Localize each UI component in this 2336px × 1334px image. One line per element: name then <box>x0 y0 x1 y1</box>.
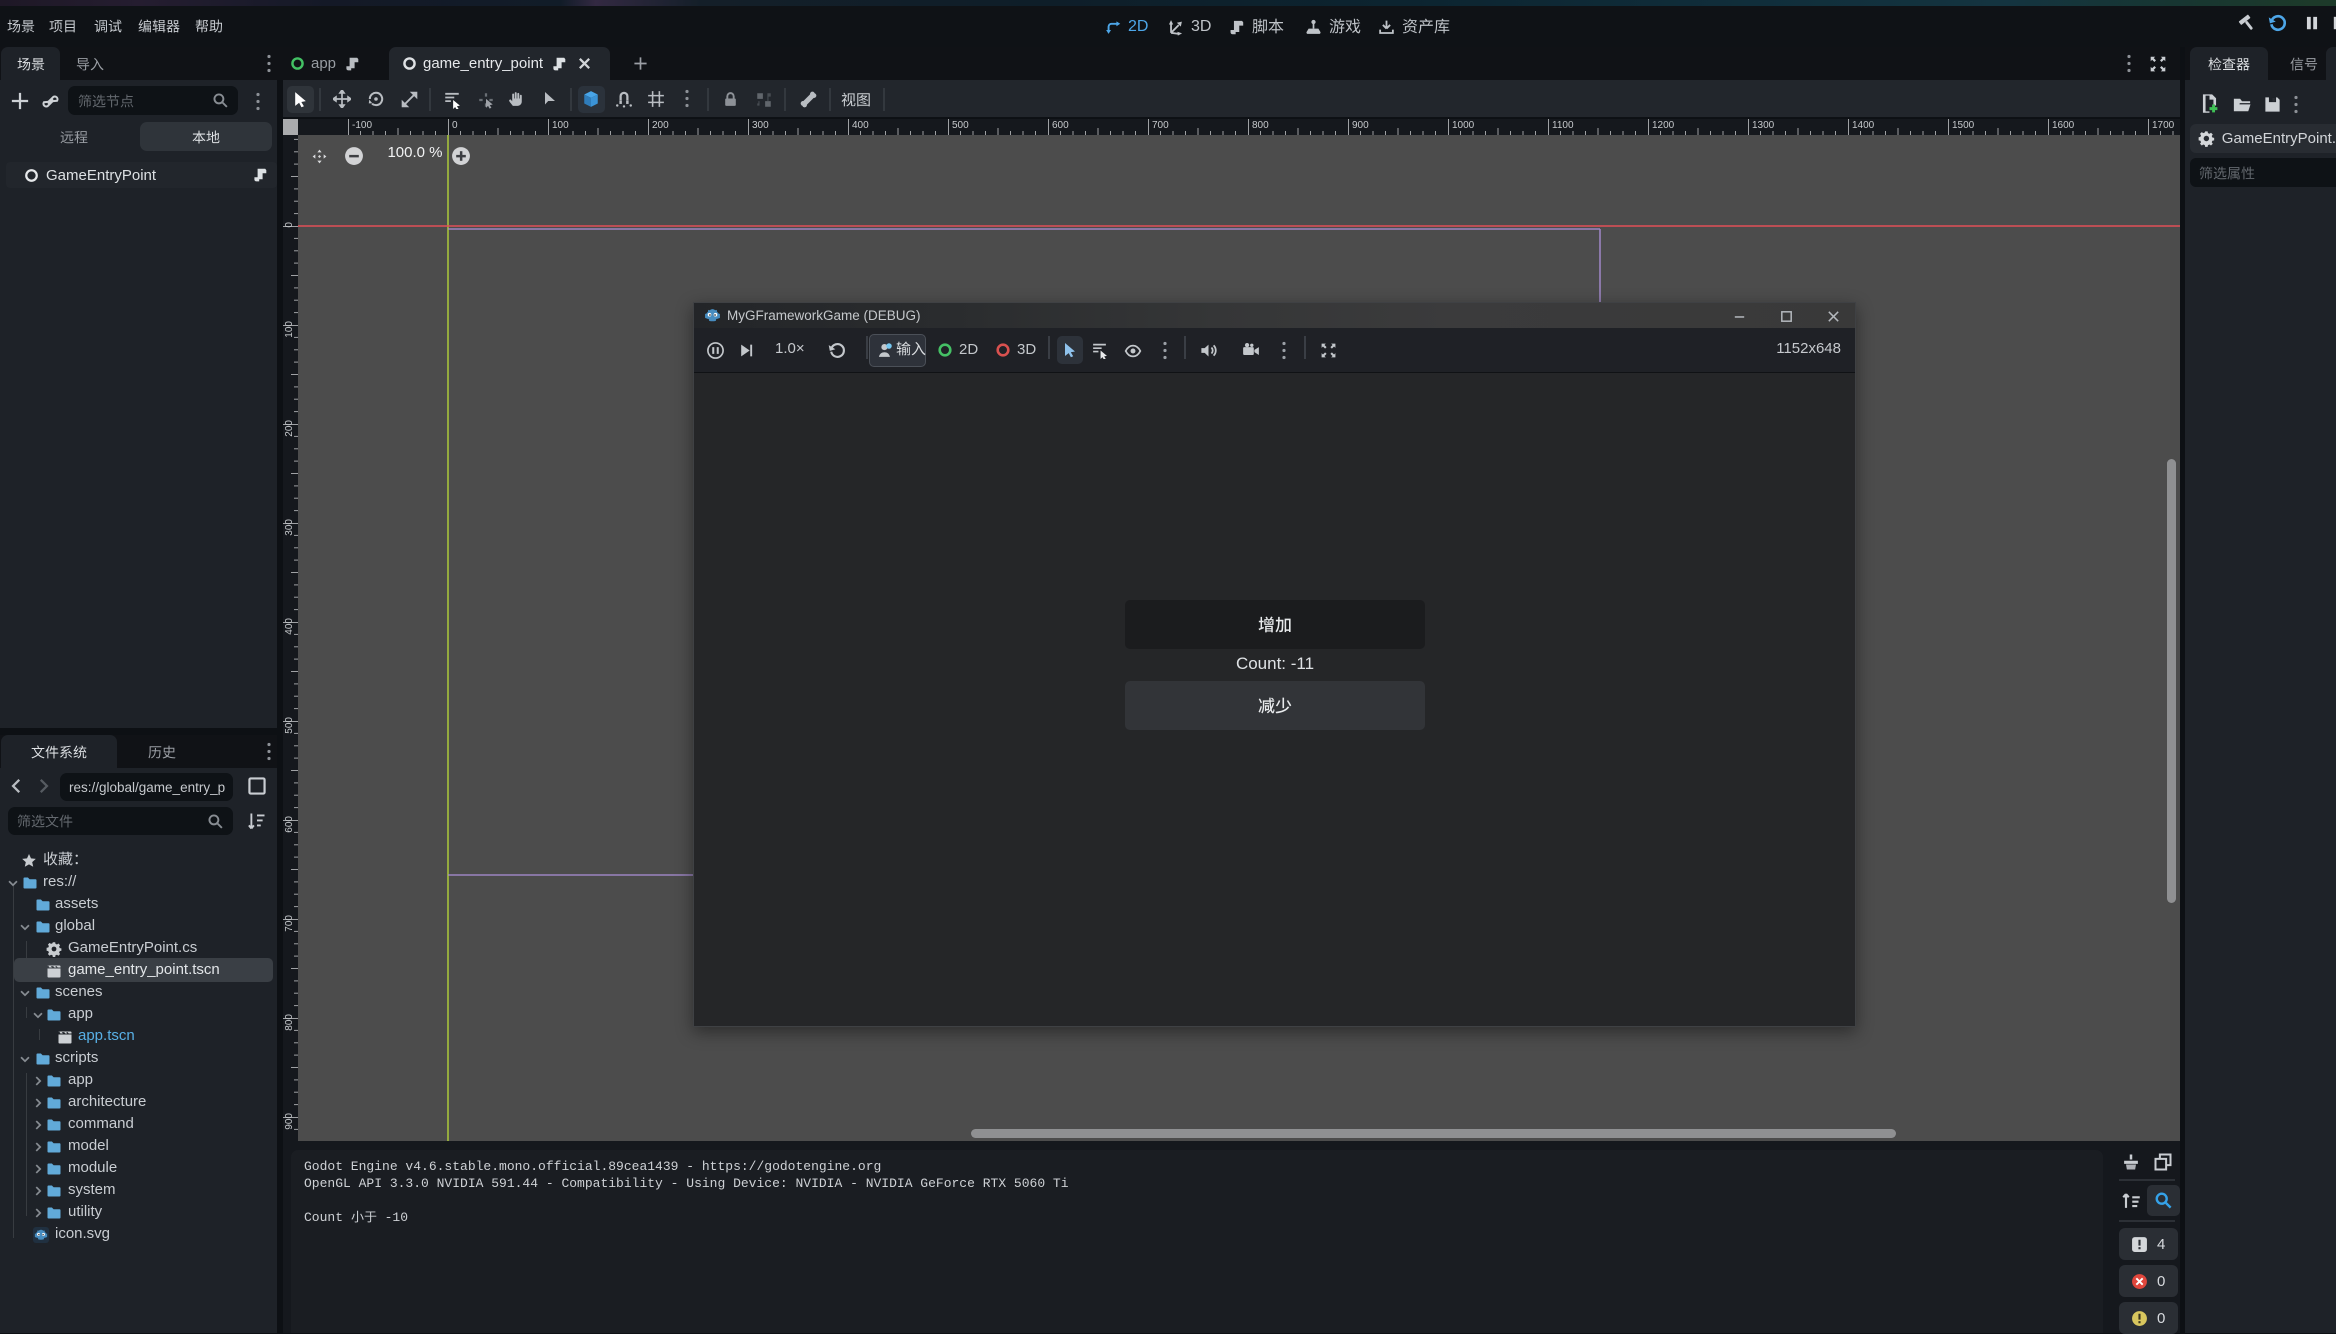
svg-text:700: 700 <box>284 915 295 932</box>
svg-text:1700: 1700 <box>2152 120 2175 131</box>
svg-text:1400: 1400 <box>1852 120 1875 131</box>
svg-text:200: 200 <box>652 120 669 131</box>
svg-text:800: 800 <box>1252 120 1269 131</box>
svg-text:400: 400 <box>852 120 869 131</box>
svg-text:100: 100 <box>552 120 569 131</box>
svg-text:600: 600 <box>1052 120 1069 131</box>
svg-text:100: 100 <box>284 321 295 338</box>
svg-text:400: 400 <box>284 618 295 635</box>
svg-text:1200: 1200 <box>1652 120 1675 131</box>
svg-text:1300: 1300 <box>1752 120 1775 131</box>
svg-text:0: 0 <box>284 222 295 228</box>
svg-text:900: 900 <box>1352 120 1369 131</box>
svg-text:-100: -100 <box>352 120 372 131</box>
svg-text:900: 900 <box>284 1113 295 1130</box>
svg-text:500: 500 <box>952 120 969 131</box>
svg-text:700: 700 <box>1152 120 1169 131</box>
svg-text:300: 300 <box>284 519 295 536</box>
svg-text:1600: 1600 <box>2052 120 2075 131</box>
svg-text:300: 300 <box>752 120 769 131</box>
svg-text:1500: 1500 <box>1952 120 1975 131</box>
svg-text:1000: 1000 <box>1452 120 1475 131</box>
svg-text:800: 800 <box>284 1014 295 1031</box>
svg-text:1100: 1100 <box>1552 120 1574 131</box>
svg-text:500: 500 <box>284 717 295 734</box>
svg-text:600: 600 <box>284 816 295 833</box>
svg-text:0: 0 <box>452 120 458 131</box>
svg-text:200: 200 <box>284 420 295 437</box>
